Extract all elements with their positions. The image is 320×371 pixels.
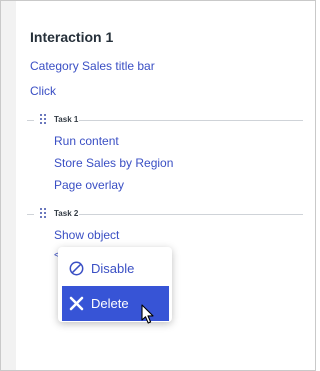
task-action-page-overlay[interactable]: Page overlay xyxy=(54,178,124,192)
task-label: Task 2 xyxy=(54,209,79,218)
drag-handle-icon[interactable] xyxy=(40,114,48,126)
mouse-pointer-icon xyxy=(141,304,155,326)
menu-item-label: Delete xyxy=(91,296,129,311)
disable-circle-icon xyxy=(69,261,91,276)
task-action-run-content[interactable]: Run content xyxy=(54,134,119,148)
task-divider xyxy=(79,120,303,121)
task-divider xyxy=(79,214,303,215)
menu-item-disable[interactable]: Disable xyxy=(62,251,169,286)
interaction-target-link[interactable]: Category Sales title bar xyxy=(30,59,155,73)
task-header-1: Task 1 xyxy=(27,114,303,126)
interaction-trigger-link[interactable]: Click xyxy=(30,84,56,98)
left-gutter xyxy=(1,1,16,370)
task-divider-left xyxy=(27,214,34,215)
close-x-icon xyxy=(69,296,91,311)
task-header-2: Task 2 xyxy=(27,208,303,220)
task-label: Task 1 xyxy=(54,115,79,124)
menu-item-label: Disable xyxy=(91,261,135,276)
task-divider-left xyxy=(27,120,34,121)
task-action-show-object[interactable]: Show object xyxy=(54,228,119,242)
interaction-title: Interaction 1 xyxy=(30,29,114,45)
task-action-store-sales-by-region[interactable]: Store Sales by Region xyxy=(54,156,173,170)
drag-handle-icon[interactable] xyxy=(40,208,48,220)
